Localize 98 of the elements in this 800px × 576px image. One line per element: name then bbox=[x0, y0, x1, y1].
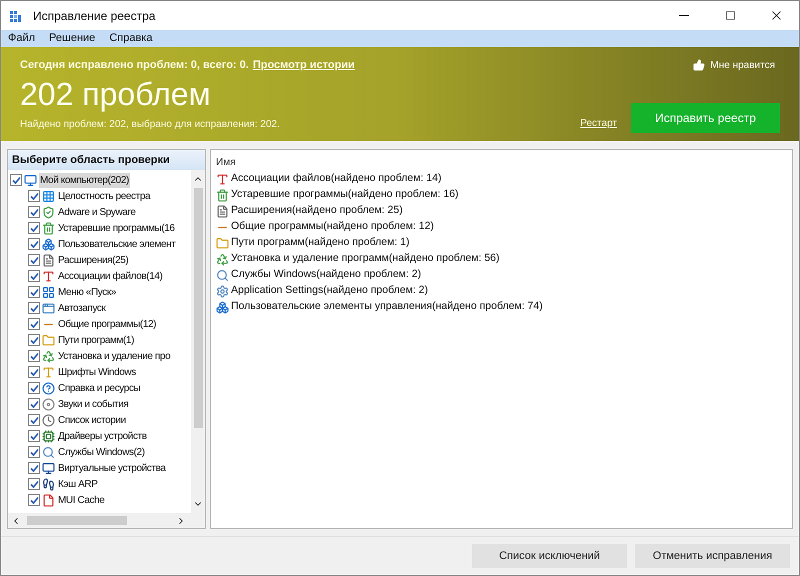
result-item[interactable]: Устаревшие программы(найдено проблем: 16) bbox=[231, 187, 459, 203]
tree-checkbox[interactable] bbox=[28, 238, 40, 250]
tree-checkbox[interactable] bbox=[28, 366, 40, 378]
tree-checkbox[interactable] bbox=[28, 430, 40, 442]
tree-checkbox[interactable] bbox=[28, 398, 40, 410]
window-icon bbox=[42, 302, 55, 314]
folder-icon bbox=[216, 236, 229, 250]
thumbs-up-icon bbox=[693, 59, 706, 72]
footer-button[interactable]: Список исключений bbox=[472, 544, 627, 568]
vertical-scrollbar[interactable] bbox=[191, 170, 205, 513]
computer-icon bbox=[24, 174, 37, 186]
tree-item[interactable]: Adware и Spyware bbox=[57, 204, 137, 220]
help-icon bbox=[42, 382, 55, 394]
blocks-icon bbox=[42, 238, 55, 250]
restart-link[interactable]: Рестарт bbox=[580, 116, 617, 130]
tree-item[interactable]: Общие программы(12) bbox=[57, 316, 158, 332]
tree-item[interactable]: Список истории bbox=[57, 412, 127, 428]
tree-checkbox[interactable] bbox=[28, 494, 40, 506]
tree-item[interactable]: Шрифты Windows bbox=[57, 364, 137, 380]
tree-checkbox[interactable] bbox=[10, 174, 22, 186]
magnifier-icon bbox=[216, 268, 229, 282]
minimize-icon bbox=[679, 15, 689, 16]
tree-checkbox[interactable] bbox=[28, 318, 40, 330]
tree-checkbox[interactable] bbox=[28, 206, 40, 218]
details-text: Найдено проблем: 202, выбрано для исправления: 202. bbox=[20, 118, 280, 132]
window-grid-icon bbox=[42, 286, 55, 298]
tree-checkbox[interactable] bbox=[28, 190, 40, 202]
tree-checkbox[interactable] bbox=[28, 446, 40, 458]
horizontal-scrollbar[interactable] bbox=[8, 513, 205, 528]
letter-icon bbox=[42, 270, 55, 282]
clock-icon bbox=[42, 414, 55, 426]
document-icon bbox=[216, 204, 229, 218]
document-icon bbox=[42, 254, 55, 266]
tree-checkbox[interactable] bbox=[28, 222, 40, 234]
font-icon bbox=[42, 366, 55, 378]
tree-item[interactable]: Устаревшие программы(16 bbox=[57, 220, 176, 236]
tree-checkbox[interactable] bbox=[28, 270, 40, 282]
letter-icon bbox=[216, 172, 229, 186]
recycle-icon bbox=[216, 252, 229, 266]
grid-icon bbox=[42, 190, 55, 202]
tree-item[interactable]: Кэш ARP bbox=[57, 476, 98, 492]
disc-icon bbox=[42, 398, 55, 410]
result-item[interactable]: Общие программы(найдено проблем: 12) bbox=[231, 219, 434, 235]
tree-checkbox[interactable] bbox=[28, 286, 40, 298]
tree-item[interactable]: Автозапуск bbox=[57, 300, 107, 316]
tree-checkbox[interactable] bbox=[28, 462, 40, 474]
magnifier-icon bbox=[42, 446, 55, 458]
summary-text: Сегодня исправлено проблем: 0, всего: 0. bbox=[20, 58, 249, 73]
trash-icon bbox=[42, 222, 55, 234]
menu-item[interactable]: Решение bbox=[49, 30, 96, 47]
blocks-icon bbox=[216, 300, 229, 314]
tree-item[interactable]: Службы Windows(2) bbox=[57, 444, 146, 460]
result-item[interactable]: Пользовательские элементы управления(найдено проблем: 74) bbox=[231, 299, 543, 315]
result-item[interactable]: Расширения(найдено проблем: 25) bbox=[231, 203, 403, 219]
tree-checkbox[interactable] bbox=[28, 414, 40, 426]
tree-item[interactable]: Драйверы устройств bbox=[57, 428, 148, 444]
file-icon bbox=[42, 494, 55, 506]
shield-icon bbox=[42, 206, 55, 218]
tree-item[interactable]: Мой компьютер(202) bbox=[39, 172, 130, 188]
result-item[interactable]: Пути программ(найдено проблем: 1) bbox=[231, 235, 410, 251]
result-item[interactable]: Ассоциации файлов(найдено проблем: 14) bbox=[231, 171, 442, 187]
footprints-icon bbox=[42, 478, 55, 490]
like-button[interactable]: Мне нравится bbox=[693, 58, 775, 73]
result-item[interactable]: Службы Windows(найдено проблем: 2) bbox=[231, 267, 422, 283]
folder-icon bbox=[42, 334, 55, 346]
tree-item[interactable]: Целостность реестра bbox=[57, 188, 152, 204]
monitor-icon bbox=[42, 462, 55, 474]
tree-item[interactable]: Пользовательские элемент bbox=[57, 236, 176, 252]
tree-item[interactable]: Звуки и события bbox=[57, 396, 130, 412]
result-item[interactable]: Application Settings(найдено проблем: 2) bbox=[231, 283, 428, 299]
result-item[interactable]: Установка и удаление программ(найдено проблем: 56) bbox=[231, 251, 500, 267]
tree-item[interactable]: Справка и ресурсы bbox=[57, 380, 142, 396]
tree-item[interactable]: Меню «Пуск» bbox=[57, 284, 117, 300]
app-logo-icon bbox=[9, 8, 23, 22]
tree-checkbox[interactable] bbox=[28, 350, 40, 362]
tree-checkbox[interactable] bbox=[28, 382, 40, 394]
gear-icon bbox=[216, 284, 229, 298]
tree-checkbox[interactable] bbox=[28, 334, 40, 346]
footer-button[interactable]: Отменить исправления bbox=[635, 544, 790, 568]
tree-item[interactable]: MUI Cache bbox=[57, 492, 106, 508]
tree-checkbox[interactable] bbox=[28, 302, 40, 314]
window-title: Исправление реестра bbox=[33, 8, 156, 24]
recycle-icon bbox=[42, 350, 55, 362]
tree-checkbox[interactable] bbox=[28, 478, 40, 490]
tree-item[interactable]: Ассоциации файлов(14) bbox=[57, 268, 164, 284]
column-header: Имя bbox=[216, 156, 236, 170]
menu-item[interactable]: Файл bbox=[8, 30, 36, 47]
problem-count-heading: 202 проблем bbox=[20, 74, 212, 114]
maximize-icon bbox=[724, 10, 736, 21]
tree-item[interactable]: Установка и удаление про bbox=[57, 348, 172, 364]
menu-item[interactable]: Справка bbox=[109, 30, 152, 47]
tree-item[interactable]: Пути программ(1) bbox=[57, 332, 136, 348]
scan-area-title: Выберите область проверки bbox=[8, 150, 205, 170]
tree-item[interactable]: Расширения(25) bbox=[57, 252, 130, 268]
tree-item[interactable]: Виртуальные устройства bbox=[57, 460, 167, 476]
tree-checkbox[interactable] bbox=[28, 254, 40, 266]
chip-icon bbox=[42, 430, 55, 442]
trash-icon bbox=[216, 188, 229, 202]
